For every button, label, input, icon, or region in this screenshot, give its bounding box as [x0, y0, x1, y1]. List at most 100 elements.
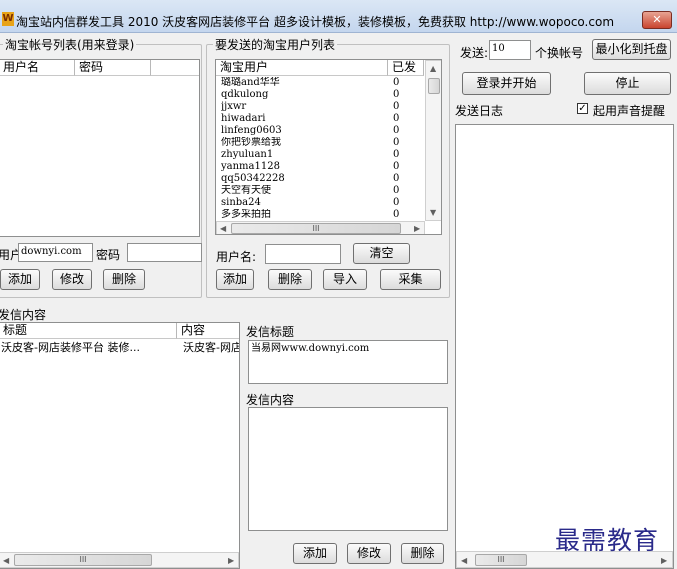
account-edit-button[interactable]: 修改	[52, 269, 92, 290]
target-add-button[interactable]: 添加	[216, 269, 254, 290]
target-row[interactable]: yanma1128 0	[216, 161, 424, 173]
scroll-right-icon[interactable]: ▶	[414, 224, 420, 233]
col-header-username[interactable]: 用户名	[0, 60, 75, 76]
scroll-left-icon[interactable]: ◀	[220, 224, 226, 233]
messages-hscrollbar[interactable]: ◀ III ▶	[0, 552, 239, 568]
title-bar: W 淘宝站内信群发工具 2010 沃皮客网店装修平台 超多设计模板，装修模板，免…	[0, 0, 677, 33]
target-user-cell: 璐璐and华华	[221, 77, 280, 88]
target-user-cell: hiwadari	[221, 113, 266, 124]
log-scroll-left-icon[interactable]: ◀	[461, 556, 467, 565]
minimize-tray-button[interactable]: 最小化到托盘	[592, 39, 671, 60]
target-row[interactable]: qq50342228 0	[216, 173, 424, 185]
target-sent-cell: 0	[393, 209, 400, 220]
target-sent-cell: 0	[393, 113, 400, 124]
msg-scroll-right-icon[interactable]: ▶	[228, 556, 234, 565]
accounts-list[interactable]: 用户名 密码	[0, 59, 200, 237]
target-sent-cell: 0	[393, 77, 400, 88]
send-count-input[interactable]: 10	[489, 40, 531, 60]
content-textarea[interactable]	[248, 407, 448, 531]
target-clear-button[interactable]: 清空	[353, 243, 410, 264]
stop-button[interactable]: 停止	[584, 72, 671, 95]
send-log-box[interactable]: ◀ III ▶	[455, 124, 674, 569]
target-username-label: 用户名:	[216, 250, 257, 264]
target-sent-cell: 0	[393, 149, 400, 160]
messages-legend: 发信内容	[0, 308, 47, 322]
target-user-cell: sinba24	[221, 197, 261, 208]
check-icon: ✓	[578, 103, 587, 114]
target-row[interactable]: zhyuluan1 0	[216, 149, 424, 161]
switch-account-label: 个换帐号	[535, 46, 584, 60]
targets-hscrollbar[interactable]: ◀ III ▶	[216, 221, 425, 234]
sound-checkbox[interactable]: ✓	[577, 103, 588, 114]
sound-label: 起用声音提醒	[593, 104, 666, 118]
target-user-cell: yanma1128	[221, 161, 280, 172]
target-row[interactable]: sinba24 0	[216, 197, 424, 209]
content-label: 发信内容	[246, 393, 295, 407]
message-delete-button[interactable]: 删除	[401, 543, 444, 564]
target-sent-cell: 0	[393, 161, 400, 172]
target-row[interactable]: hiwadari 0	[216, 113, 424, 125]
target-sent-cell: 0	[393, 125, 400, 136]
target-row[interactable]: 你把钞票给我 0	[216, 137, 424, 149]
target-row[interactable]: linfeng0603 0	[216, 125, 424, 137]
scroll-up-icon[interactable]: ▲	[430, 64, 436, 73]
targets-vscrollbar[interactable]: ▲ ▼	[425, 60, 441, 221]
targets-list[interactable]: 淘宝用户 已发 璐璐and华华 0 qdkulong 0 jjxwr 0 hiwadari 0…	[215, 59, 442, 235]
target-sent-cell: 0	[393, 197, 400, 208]
message-edit-button[interactable]: 修改	[347, 543, 391, 564]
target-user-cell: zhyuluan1	[221, 149, 274, 160]
account-pass-label: 密码	[96, 248, 121, 262]
target-delete-button[interactable]: 删除	[268, 269, 312, 290]
target-sent-cell: 0	[393, 89, 400, 100]
col-header-sent[interactable]: 已发	[388, 60, 424, 76]
login-start-button[interactable]: 登录并开始	[462, 72, 551, 95]
send-log-label: 发送日志	[455, 104, 504, 118]
target-row[interactable]: jjxwr 0	[216, 101, 424, 113]
message-row[interactable]: 沃皮客-网店装修平台 装修... 沃皮客-网店	[0, 341, 239, 355]
target-row[interactable]: 天空有天使 0	[216, 185, 424, 197]
log-hscroll-thumb[interactable]: III	[475, 554, 527, 566]
message-rows: 沃皮客-网店装修平台 装修... 沃皮客-网店	[0, 341, 239, 541]
target-user-cell: 多多采拍拍	[221, 209, 271, 220]
account-pass-input[interactable]	[127, 243, 202, 262]
target-sent-cell: 0	[393, 173, 400, 184]
account-add-button[interactable]: 添加	[0, 269, 40, 290]
target-username-input[interactable]	[265, 244, 341, 264]
app-icon: W	[2, 12, 14, 26]
target-import-button[interactable]: 导入	[323, 269, 367, 290]
subject-input[interactable]: 当易网www.downyi.com	[248, 340, 448, 384]
message-title-cell: 沃皮客-网店装修平台 装修...	[1, 341, 140, 354]
targets-hscroll-thumb[interactable]: III	[231, 223, 401, 234]
subject-label: 发信标题	[246, 325, 295, 339]
send-count-label: 发送:	[460, 46, 489, 60]
scroll-down-icon[interactable]: ▼	[430, 208, 436, 217]
target-row[interactable]: qdkulong 0	[216, 89, 424, 101]
account-delete-button[interactable]: 删除	[103, 269, 145, 290]
msg-scroll-left-icon[interactable]: ◀	[3, 556, 9, 565]
targets-legend: 要发送的淘宝用户列表	[215, 38, 336, 52]
col-header-content[interactable]: 内容	[177, 323, 239, 339]
target-user-cell: qdkulong	[221, 89, 269, 100]
messages-hscroll-thumb[interactable]: III	[14, 554, 152, 566]
col-header-empty	[151, 60, 199, 76]
target-user-cell: 天空有天使	[221, 185, 271, 196]
messages-list[interactable]: 标题 内容 沃皮客-网店装修平台 装修... 沃皮客-网店 ◀ III ▶	[0, 322, 240, 569]
target-row[interactable]: 多多采拍拍 0	[216, 209, 424, 221]
accounts-legend: 淘宝帐号列表(用来登录)	[5, 38, 135, 52]
message-add-button[interactable]: 添加	[293, 543, 337, 564]
target-sent-cell: 0	[393, 185, 400, 196]
targets-vscroll-thumb[interactable]	[428, 78, 440, 94]
target-sent-cell: 0	[393, 101, 400, 112]
account-user-input[interactable]: downyi.com	[18, 243, 93, 262]
col-header-title[interactable]: 标题	[0, 323, 177, 339]
close-button[interactable]: ✕	[642, 11, 672, 29]
target-collect-button[interactable]: 采集	[380, 269, 441, 290]
target-row[interactable]: 璐璐and华华 0	[216, 77, 424, 89]
target-user-cell: linfeng0603	[221, 125, 282, 136]
col-header-password[interactable]: 密码	[75, 60, 151, 76]
target-user-cell: qq50342228	[221, 173, 285, 184]
col-header-taobao-user[interactable]: 淘宝用户	[216, 60, 388, 76]
window-title: 淘宝站内信群发工具 2010 沃皮客网店装修平台 超多设计模板，装修模板，免费获…	[16, 15, 615, 29]
log-scroll-right-icon[interactable]: ▶	[661, 556, 667, 565]
target-sent-cell: 0	[393, 137, 400, 148]
